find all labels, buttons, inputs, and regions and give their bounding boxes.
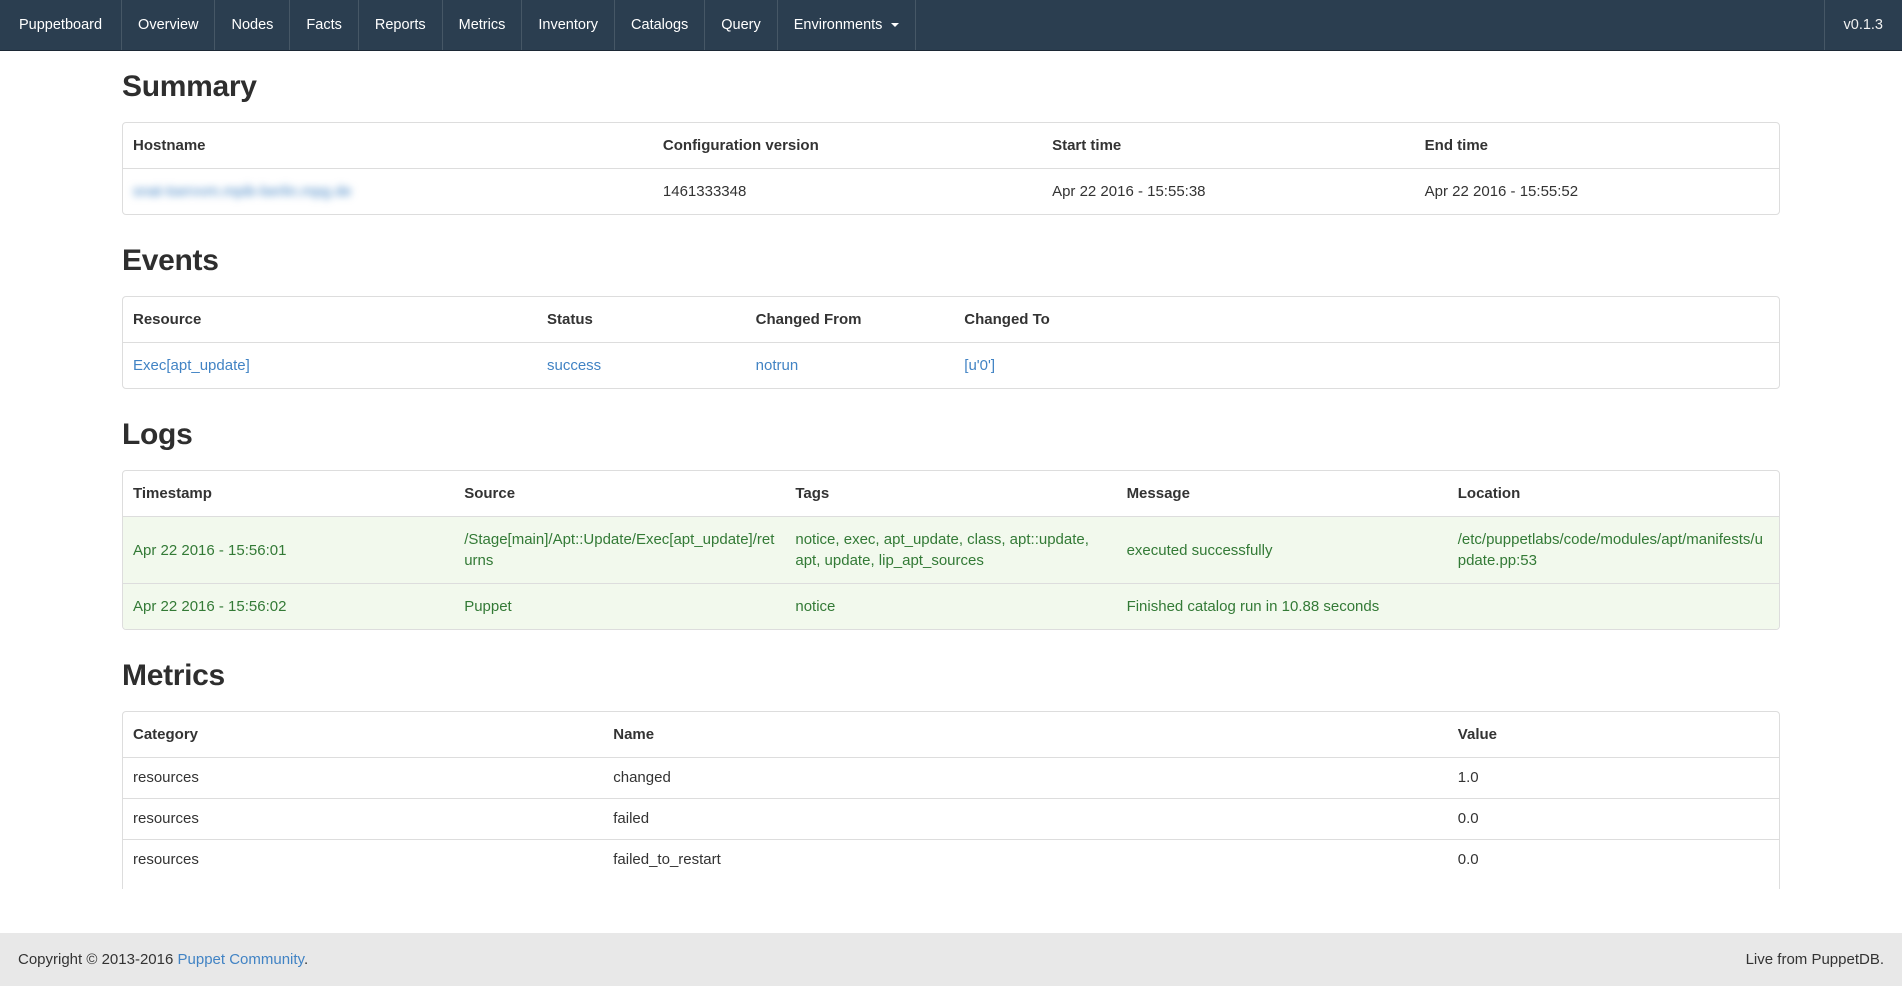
nav-item-nodes[interactable]: Nodes: [215, 0, 290, 50]
footer: Copyright © 2013-2016 Puppet Community. …: [0, 933, 1902, 986]
summary-header-row: Hostname Configuration version Start tim…: [123, 123, 1779, 169]
summary-heading: Summary: [122, 70, 1780, 104]
environments-dropdown-label: Environments: [794, 17, 883, 33]
metrics-col-name: Name: [603, 712, 1448, 758]
metrics-col-category: Category: [123, 712, 603, 758]
logs-header-row: Timestamp Source Tags Message Location: [123, 471, 1779, 517]
nav-item-reports[interactable]: Reports: [359, 0, 443, 50]
metrics-heading: Metrics: [122, 659, 1780, 693]
hostname-link[interactable]: snat-tservvm.mpib-berlin.mpg.de: [133, 183, 351, 200]
start-time-value: Apr 22 2016 - 15:55:38: [1042, 169, 1415, 214]
log-message: executed successfully: [1117, 517, 1448, 583]
logs-col-timestamp: Timestamp: [123, 471, 454, 517]
event-changed-from-link[interactable]: notrun: [756, 357, 799, 374]
logs-col-source: Source: [454, 471, 785, 517]
events-col-resource: Resource: [123, 297, 537, 343]
events-col-status: Status: [537, 297, 746, 343]
log-location: [1448, 583, 1779, 629]
logs-table: Timestamp Source Tags Message Location A…: [122, 470, 1780, 630]
table-row: snat-tservvm.mpib-berlin.mpg.de 14613333…: [123, 169, 1779, 214]
log-tags: notice: [785, 583, 1116, 629]
config-version-value: 1461333348: [653, 169, 1042, 214]
logs-col-message: Message: [1117, 471, 1448, 517]
copyright-text: Copyright © 2013-2016 Puppet Community.: [18, 951, 308, 968]
metric-category: resources: [123, 758, 603, 798]
events-table: Resource Status Changed From Changed To …: [122, 296, 1780, 389]
summary-col-hostname: Hostname: [123, 123, 653, 169]
nav-brand-puppetboard[interactable]: Puppetboard: [0, 0, 122, 50]
nav-item-query[interactable]: Query: [705, 0, 778, 50]
metric-value: 0.0: [1448, 798, 1779, 839]
events-heading: Events: [122, 244, 1780, 278]
metrics-header-row: Category Name Value: [123, 712, 1779, 758]
table-row: Apr 22 2016 - 15:56:02 Puppet notice Fin…: [123, 583, 1779, 629]
metric-name: failed: [603, 798, 1448, 839]
puppetdb-status-text: Live from PuppetDB.: [1746, 951, 1884, 968]
nav-item-inventory[interactable]: Inventory: [522, 0, 615, 50]
events-header-row: Resource Status Changed From Changed To: [123, 297, 1779, 343]
log-source: /Stage[main]/Apt::Update/Exec[apt_update…: [454, 517, 785, 583]
log-source: Puppet: [454, 583, 785, 629]
events-col-changed-to: Changed To: [954, 297, 1779, 343]
log-location: /etc/puppetlabs/code/modules/apt/manifes…: [1448, 517, 1779, 583]
table-row: resources changed 1.0: [123, 758, 1779, 798]
log-tags: notice, exec, apt_update, class, apt::up…: [785, 517, 1116, 583]
summary-col-start-time: Start time: [1042, 123, 1415, 169]
table-row: resources failed_to_restart 0.0: [123, 839, 1779, 880]
copyright-prefix: Copyright © 2013-2016: [18, 951, 178, 968]
table-row: Exec[apt_update] success notrun [u'0']: [123, 343, 1779, 388]
metrics-col-value: Value: [1448, 712, 1779, 758]
nav-item-catalogs[interactable]: Catalogs: [615, 0, 705, 50]
metric-value: 0.0: [1448, 839, 1779, 880]
logs-col-tags: Tags: [785, 471, 1116, 517]
event-resource-link[interactable]: Exec[apt_update]: [133, 357, 250, 374]
log-message: Finished catalog run in 10.88 seconds: [1117, 583, 1448, 629]
nav-item-facts[interactable]: Facts: [290, 0, 358, 50]
summary-col-end-time: End time: [1415, 123, 1779, 169]
end-time-value: Apr 22 2016 - 15:55:52: [1415, 169, 1779, 214]
log-timestamp: Apr 22 2016 - 15:56:01: [123, 517, 454, 583]
log-timestamp: Apr 22 2016 - 15:56:02: [123, 583, 454, 629]
navbar: Puppetboard Overview Nodes Facts Reports…: [0, 0, 1902, 51]
metric-name: changed: [603, 758, 1448, 798]
summary-col-config-version: Configuration version: [653, 123, 1042, 169]
main-content: Summary Hostname Configuration version S…: [122, 70, 1780, 889]
metric-category: resources: [123, 798, 603, 839]
table-row: resources failed 0.0: [123, 798, 1779, 839]
event-status-link[interactable]: success: [547, 357, 601, 374]
puppet-community-link[interactable]: Puppet Community: [178, 951, 304, 968]
version-label: v0.1.3: [1824, 0, 1902, 50]
navbar-spacer: [916, 0, 1823, 50]
metric-name: failed_to_restart: [603, 839, 1448, 880]
summary-table: Hostname Configuration version Start tim…: [122, 122, 1780, 215]
logs-col-location: Location: [1448, 471, 1779, 517]
nav-dropdown-environments[interactable]: Environments: [778, 0, 917, 50]
nav-item-overview[interactable]: Overview: [122, 0, 215, 50]
events-col-changed-from: Changed From: [746, 297, 955, 343]
metric-category: resources: [123, 839, 603, 880]
event-changed-to-link[interactable]: [u'0']: [964, 357, 995, 374]
copyright-suffix: .: [304, 951, 308, 968]
chevron-down-icon: [891, 23, 899, 27]
metrics-table: Category Name Value resources changed 1.…: [122, 711, 1780, 889]
logs-heading: Logs: [122, 418, 1780, 452]
table-row: Apr 22 2016 - 15:56:01 /Stage[main]/Apt:…: [123, 517, 1779, 583]
nav-item-metrics[interactable]: Metrics: [443, 0, 523, 50]
metric-value: 1.0: [1448, 758, 1779, 798]
